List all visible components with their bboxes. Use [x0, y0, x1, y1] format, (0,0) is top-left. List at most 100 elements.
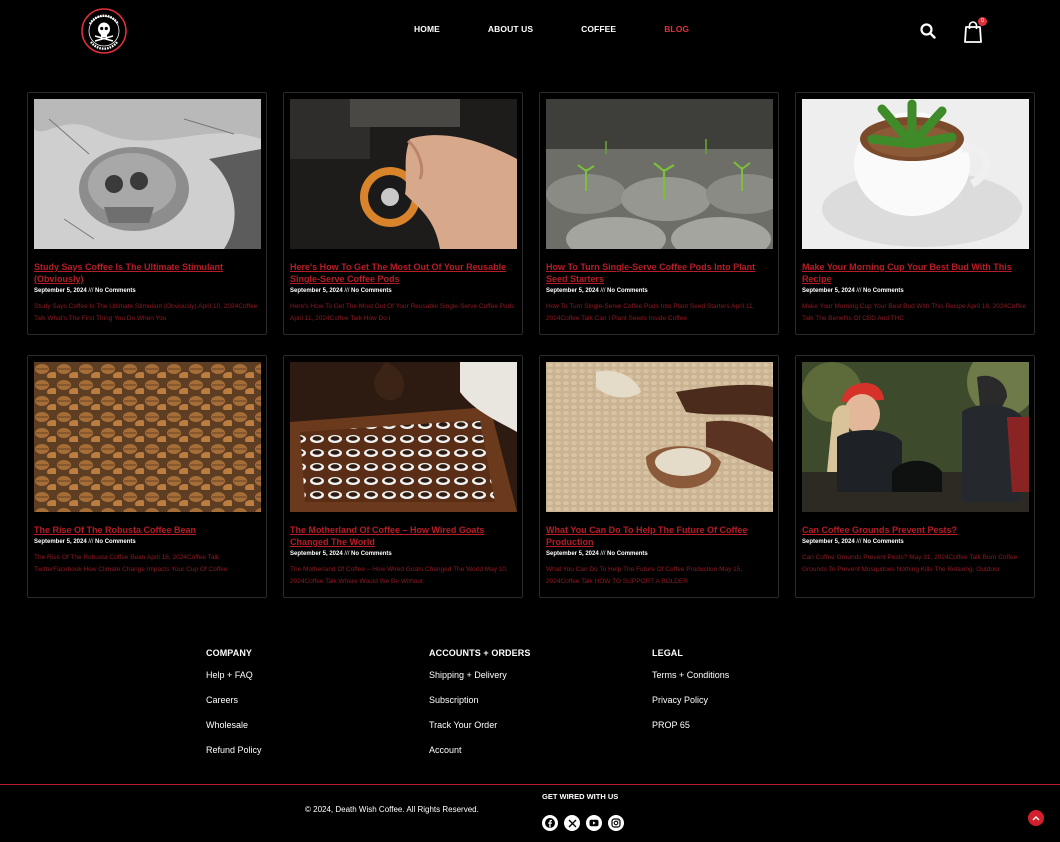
- post-meta: September 5, 2024 /// No Comments: [546, 550, 772, 559]
- footer-heading: LEGAL: [652, 648, 683, 658]
- x-icon[interactable]: [564, 815, 580, 831]
- post-card: The Motherland Of Coffee – How Wired Goa…: [283, 355, 523, 598]
- meta-separator: ///: [854, 288, 864, 294]
- post-thumbnail-coffee-beans[interactable]: [34, 362, 261, 512]
- chevron-up-icon: [1032, 816, 1040, 821]
- footer-links: COMPANY Help + FAQ Careers Wholesale Ref…: [206, 648, 906, 768]
- cart-button[interactable]: 0: [963, 17, 989, 43]
- post-card: What You Can Do To Help The Future Of Co…: [539, 355, 779, 598]
- facebook-icon[interactable]: [542, 815, 558, 831]
- post-meta: September 5, 2024 /// No Comments: [546, 287, 772, 296]
- post-title[interactable]: Study Says Coffee Is The Ultimate Stimul…: [34, 261, 260, 285]
- post-excerpt: The Rise Of The Robusta Coffee Bean Apri…: [34, 554, 228, 573]
- post-title[interactable]: Make Your Morning Cup Your Best Bud With…: [802, 261, 1028, 285]
- nav-coffee[interactable]: COFFEE: [581, 24, 616, 34]
- post-excerpt: What You Can Do To Help The Future Of Co…: [546, 566, 743, 585]
- post-comments: No Comments: [863, 539, 904, 545]
- post-thumbnail-coffee-pod[interactable]: [290, 99, 517, 249]
- footer-link-wholesale[interactable]: Wholesale: [206, 718, 429, 732]
- back-to-top-button[interactable]: [1028, 810, 1044, 826]
- post-comments: No Comments: [351, 551, 392, 557]
- footer-link-track-order[interactable]: Track Your Order: [429, 718, 652, 732]
- footer-heading: COMPANY: [206, 648, 253, 658]
- post-excerpt: How To Turn Single-Serve Coffee Pods Int…: [546, 303, 755, 322]
- footer-link-help-faq[interactable]: Help + FAQ: [206, 668, 429, 682]
- meta-separator: ///: [86, 539, 96, 545]
- footer-link-subscription[interactable]: Subscription: [429, 693, 652, 707]
- footer-link-privacy-policy[interactable]: Privacy Policy: [652, 693, 875, 707]
- instagram-icon[interactable]: [608, 815, 624, 831]
- footer-column-accounts-orders: ACCOUNTS + ORDERS Shipping + Delivery Su…: [429, 648, 652, 768]
- post-title[interactable]: The Motherland Of Coffee – How Wired Goa…: [290, 524, 516, 548]
- blog-posts-grid: Study Says Coffee Is The Ultimate Stimul…: [27, 92, 1035, 598]
- meta-separator: ///: [86, 288, 96, 294]
- post-card: Make Your Morning Cup Your Best Bud With…: [795, 92, 1035, 335]
- post-thumbnail-seedlings[interactable]: [546, 99, 773, 249]
- post-thumbnail-cannabis-coffee[interactable]: [802, 99, 1029, 249]
- meta-separator: ///: [342, 551, 352, 557]
- post-card: How To Turn Single-Serve Coffee Pods Int…: [539, 92, 779, 335]
- post-meta: September 5, 2024 /// No Comments: [34, 287, 260, 296]
- post-comments: No Comments: [607, 551, 648, 557]
- post-date: September 5, 2024: [802, 539, 855, 545]
- post-thumbnail-hands-beans[interactable]: [546, 362, 773, 512]
- post-title[interactable]: The Rise Of The Robusta Coffee Bean: [34, 524, 260, 536]
- post-date: September 5, 2024: [546, 551, 599, 557]
- footer-link-terms-conditions[interactable]: Terms + Conditions: [652, 668, 875, 682]
- post-title[interactable]: Can Coffee Grounds Prevent Pests?: [802, 524, 1028, 536]
- post-date: September 5, 2024: [34, 288, 87, 294]
- post-meta: September 5, 2024 /// No Comments: [802, 287, 1028, 296]
- meta-separator: ///: [598, 288, 608, 294]
- post-thumbnail-campers[interactable]: [802, 362, 1029, 512]
- post-title[interactable]: How To Turn Single-Serve Coffee Pods Int…: [546, 261, 772, 285]
- footer-divider: [0, 784, 1060, 785]
- post-thumbnail-skull-sketch[interactable]: [34, 99, 261, 249]
- post-meta: September 5, 2024 /// No Comments: [34, 538, 260, 547]
- post-date: September 5, 2024: [290, 551, 343, 557]
- post-comments: No Comments: [607, 288, 648, 294]
- post-excerpt: Study Says Coffee Is The Ultimate Stimul…: [34, 303, 258, 322]
- footer-column-legal: LEGAL Terms + Conditions Privacy Policy …: [652, 648, 875, 768]
- footer-link-shipping-delivery[interactable]: Shipping + Delivery: [429, 668, 652, 682]
- post-meta: September 5, 2024 /// No Comments: [802, 538, 1028, 547]
- post-title[interactable]: What You Can Do To Help The Future Of Co…: [546, 524, 772, 548]
- brand-logo[interactable]: [80, 8, 128, 54]
- post-excerpt: Can Coffee Grounds Prevent Pests? May 31…: [802, 554, 1018, 573]
- footer-link-refund-policy[interactable]: Refund Policy: [206, 743, 429, 757]
- social-heading: GET WIRED WITH US: [542, 792, 619, 801]
- footer-link-prop-65[interactable]: PROP 65: [652, 718, 875, 732]
- youtube-icon[interactable]: [586, 815, 602, 831]
- post-date: September 5, 2024: [34, 539, 87, 545]
- nav-home[interactable]: HOME: [414, 24, 440, 34]
- social-links: [542, 815, 630, 831]
- post-excerpt: Here's How To Get The Most Out Of Your R…: [290, 303, 515, 322]
- cart-count-badge: 0: [978, 17, 987, 26]
- footer-heading: ACCOUNTS + ORDERS: [429, 648, 531, 658]
- site-header: HOME ABOUT US COFFEE BLOG 0: [0, 0, 1060, 62]
- post-date: September 5, 2024: [802, 288, 855, 294]
- post-meta: September 5, 2024 /// No Comments: [290, 287, 516, 296]
- post-card: Here's How To Get The Most Out Of Your R…: [283, 92, 523, 335]
- meta-separator: ///: [598, 551, 608, 557]
- post-comments: No Comments: [863, 288, 904, 294]
- footer-link-careers[interactable]: Careers: [206, 693, 429, 707]
- post-excerpt: Make Your Morning Cup Your Best Bud With…: [802, 303, 1027, 322]
- meta-separator: ///: [342, 288, 352, 294]
- post-thumbnail-coffee-ceremony[interactable]: [290, 362, 517, 512]
- post-comments: No Comments: [95, 539, 136, 545]
- search-icon[interactable]: [919, 22, 937, 40]
- post-date: September 5, 2024: [290, 288, 343, 294]
- post-card: Can Coffee Grounds Prevent Pests? Septem…: [795, 355, 1035, 598]
- post-title[interactable]: Here's How To Get The Most Out Of Your R…: [290, 261, 516, 285]
- post-excerpt: The Motherland Of Coffee – How Wired Goa…: [290, 566, 508, 585]
- post-meta: September 5, 2024 /// No Comments: [290, 550, 516, 559]
- post-comments: No Comments: [95, 288, 136, 294]
- post-comments: No Comments: [351, 288, 392, 294]
- nav-blog[interactable]: BLOG: [664, 24, 689, 34]
- copyright-text: © 2024, Death Wish Coffee. All Rights Re…: [305, 805, 479, 814]
- post-date: September 5, 2024: [546, 288, 599, 294]
- main-nav: HOME ABOUT US COFFEE BLOG: [414, 24, 737, 34]
- nav-about-us[interactable]: ABOUT US: [488, 24, 533, 34]
- footer-link-account[interactable]: Account: [429, 743, 652, 757]
- post-card: The Rise Of The Robusta Coffee Bean Sept…: [27, 355, 267, 598]
